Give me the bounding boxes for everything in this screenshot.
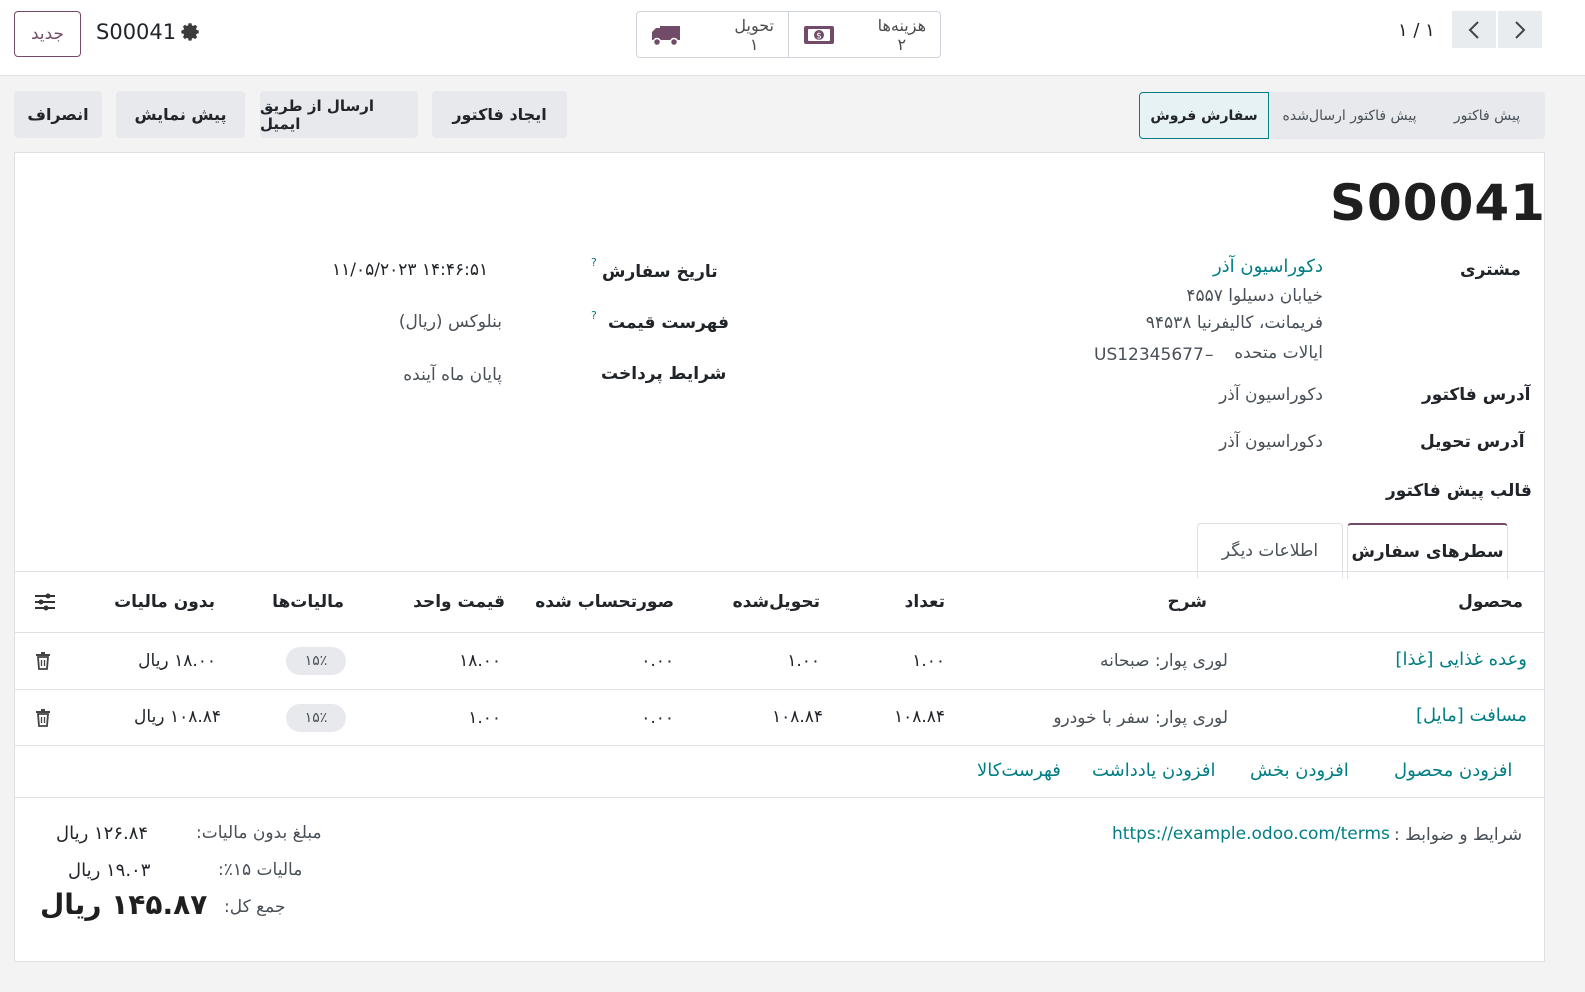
add-note-link[interactable]: افزودن یادداشت (1092, 760, 1215, 781)
trash-icon[interactable] (35, 709, 51, 727)
stage-quotation-sent[interactable]: پیش فاکتور ارسال‌شده (1269, 92, 1429, 139)
expenses-smart-button[interactable]: $ هزینه‌ها ۲ (788, 12, 940, 57)
add-product-link[interactable]: افزودن محصول (1394, 760, 1512, 781)
column-header[interactable]: شرح (1167, 592, 1207, 612)
pager-value[interactable]: ۱ / ۱ (1398, 20, 1435, 41)
quotation-template-label: قالب پیش فاکتور (1386, 481, 1532, 501)
total-value: ۱۴۵.۸۷ ریال (40, 888, 208, 921)
description-cell[interactable]: لوری پوار: صبحانه (1100, 651, 1228, 671)
stage-label: سفارش فروش (1150, 107, 1258, 124)
terms-label: شرایط و ضوابط : (1394, 825, 1523, 845)
payment-terms-label: شرایط پرداخت (601, 364, 727, 384)
total-label: جمع کل: (224, 897, 286, 917)
smart-buttons: تحویل ۱ $ هزینه‌ها ۲ (636, 11, 941, 58)
untaxed-amount-label: مبلغ بدون مالیات: (196, 823, 322, 843)
stage-sales-order[interactable]: سفارش فروش (1139, 92, 1269, 139)
cancel-button[interactable]: انصراف (14, 91, 102, 138)
column-header[interactable]: قیمت واحد (413, 592, 505, 612)
product-cell[interactable]: [مایل] مسافت (1416, 705, 1527, 726)
terms-link[interactable]: https://example.odoo.com/terms (1112, 824, 1390, 844)
column-header[interactable]: محصول (1458, 592, 1523, 612)
column-header[interactable]: تحویل‌شده (733, 592, 820, 612)
customer-address-line: فریمانت، کالیفرنیا ۹۴۵۳۸ (1145, 313, 1323, 333)
svg-text:$: $ (816, 31, 822, 41)
quantity-cell[interactable]: ۱۰۸.۸۴ (894, 707, 945, 727)
send-by-email-button[interactable]: ارسال از طریق ایمیل (260, 91, 418, 138)
chevron-right-icon (1515, 20, 1526, 39)
quantity-cell[interactable]: ۱.۰۰ (912, 651, 945, 671)
delivery-address-label: آدرس تحویل (1420, 432, 1525, 452)
invoice-address-label: آدرس فاکتور (1422, 385, 1531, 405)
tax-amount-value: ۱۹.۰۳ ریال (68, 860, 151, 881)
truck-icon (652, 25, 680, 46)
trash-icon[interactable] (35, 652, 51, 670)
pricelist-label: فهرست قیمت (608, 313, 730, 333)
smart-count: ۲ (897, 34, 907, 54)
order-date-field[interactable]: ۱۱/۰۵/۲۰۲۳ ۱۴:۴۶:۵۱ (332, 260, 488, 280)
description-cell[interactable]: لوری پوار: سفر با خودرو (1053, 708, 1228, 728)
column-header[interactable]: مالیات‌ها (272, 592, 344, 612)
stage-quotation[interactable]: پیش فاکتور (1429, 92, 1545, 139)
invoiced-cell: ۰.۰۰ (641, 708, 674, 728)
create-invoice-button[interactable]: ایجاد فاکتور (432, 91, 567, 138)
product-cell[interactable]: [غذا] وعده غذایی (1395, 649, 1527, 670)
pager-previous-button[interactable] (1452, 11, 1496, 48)
delivered-cell[interactable]: ۱۰۸.۸۴ (772, 707, 823, 727)
untaxed-amount-value: ۱۲۶.۸۴ ریال (56, 823, 149, 844)
page-title: S00041 (1330, 174, 1546, 232)
chevron-left-icon (1468, 20, 1479, 39)
customer-address-line: ایالات متحده (1234, 343, 1323, 363)
preview-button[interactable]: پیش نمایش (116, 91, 245, 138)
catalog-link[interactable]: فهرست‌کالا (977, 760, 1061, 781)
dash-separator: – (1205, 345, 1214, 365)
invoiced-cell: ۰.۰۰ (641, 651, 674, 671)
payment-terms-field[interactable]: پایان ماه آینده (403, 365, 502, 385)
table-divider (14, 797, 1545, 798)
status-bar: پیش فاکتور پیش فاکتور ارسال‌شده سفارش فر… (1139, 92, 1545, 139)
smart-label: تحویل (734, 15, 774, 35)
smart-count: ۱ (749, 34, 759, 54)
new-button[interactable]: جدید (14, 11, 81, 57)
table-row[interactable]: [غذا] وعده غذایی لوری پوار: صبحانه ۱.۰۰ … (14, 632, 1545, 689)
column-header[interactable]: صورتحساب شده (535, 592, 674, 612)
customer-label: مشتری (1460, 260, 1521, 280)
table-header: محصول شرح تعداد تحویل‌شده صورتحساب شده ق… (14, 571, 1545, 632)
help-tooltip-icon[interactable]: ? (591, 309, 597, 322)
money-icon: $ (804, 25, 834, 44)
stage-label: پیش فاکتور ارسال‌شده (1282, 107, 1417, 124)
smart-label: هزینه‌ها (877, 15, 926, 35)
breadcrumb-record-name: S00041 (96, 20, 177, 44)
invoice-address-field[interactable]: دکوراسیون آذر (1219, 385, 1323, 405)
tab-other-info[interactable]: اطلاعات دیگر (1197, 523, 1343, 578)
add-section-link[interactable]: افزودن بخش (1250, 760, 1349, 781)
customer-vat: US12345677 (1094, 345, 1204, 365)
tax-amount-label: مالیات ۱۵٪: (218, 860, 303, 880)
tax-badge[interactable]: ۱۵٪ (286, 704, 346, 732)
customer-address-line: خیابان دسیلوا ۴۵۵۷ (1186, 286, 1323, 306)
delivery-smart-button[interactable]: تحویل ۱ (637, 12, 788, 57)
unit-price-cell[interactable]: ۱۸.۰۰ (459, 651, 501, 671)
delivered-cell[interactable]: ۱.۰۰ (787, 651, 820, 671)
column-header[interactable]: بدون مالیات (114, 592, 215, 612)
delivery-address-field[interactable]: دکوراسیون آذر (1219, 432, 1323, 452)
stage-label: پیش فاکتور (1453, 107, 1521, 124)
table-row[interactable]: [مایل] مسافت لوری پوار: سفر با خودرو ۱۰۸… (14, 689, 1545, 745)
column-header[interactable]: تعداد (905, 592, 945, 612)
order-date-label: تاریخ سفارش (602, 262, 718, 282)
subtotal-cell: ۱۸.۰۰ ریال (138, 651, 216, 671)
optional-columns-icon[interactable] (34, 592, 56, 612)
pricelist-field[interactable]: بنلوکس (ریال) (399, 312, 502, 332)
pager-next-button[interactable] (1498, 11, 1542, 48)
help-tooltip-icon[interactable]: ? (591, 256, 597, 269)
unit-price-cell[interactable]: ۱.۰۰ (468, 708, 501, 728)
customer-field[interactable]: دکوراسیون آذر (1213, 256, 1323, 277)
subtotal-cell: ۱۰۸.۸۴ ریال (134, 707, 221, 727)
tax-badge[interactable]: ۱۵٪ (286, 647, 346, 675)
gear-icon[interactable] (180, 22, 202, 44)
